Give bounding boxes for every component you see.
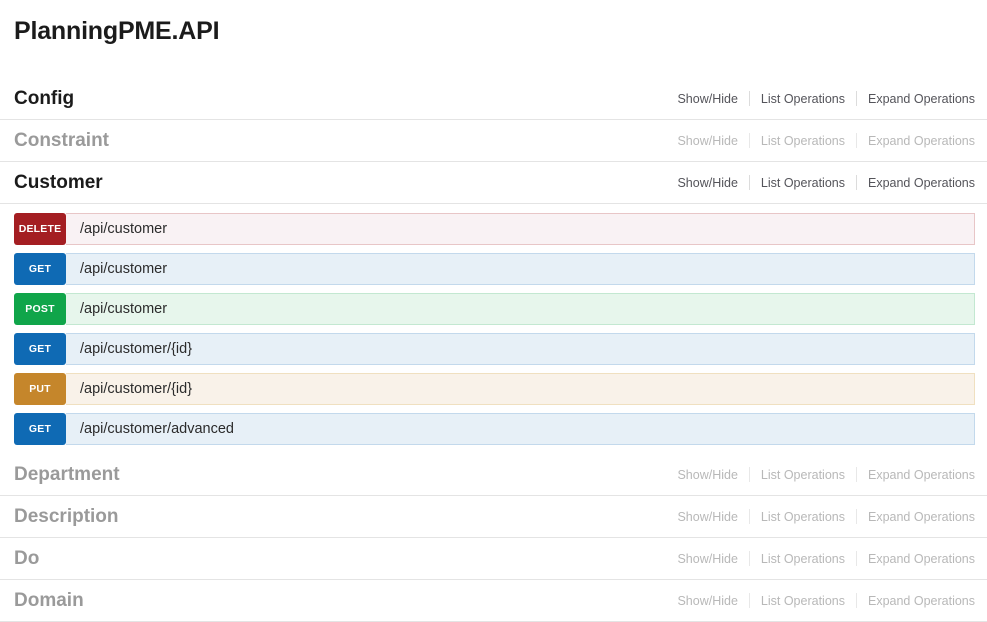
resource-section: Config Show/HideList OperationsExpand Ope… <box>0 78 987 120</box>
resource-list: ConfigShow/HideList OperationsExpand Ope… <box>0 78 987 622</box>
endpoint-path[interactable]: /api/customer <box>66 253 975 285</box>
endpoint-row[interactable]: GET/api/customer/{id} <box>14 333 975 365</box>
endpoint-path[interactable]: /api/customer/{id} <box>66 373 975 405</box>
resource-options: Show/HideList OperationsExpand Operation… <box>666 91 975 107</box>
resource-header-description[interactable]: Description Show/HideList OperationsExpan… <box>0 496 987 538</box>
show-hide-link[interactable]: Show/Hide <box>666 133 748 149</box>
swagger-ui-page: PlanningPME.API ConfigShow/HideList Oper… <box>0 0 987 614</box>
list-operations-link[interactable]: List Operations <box>750 467 856 483</box>
list-operations-link[interactable]: List Operations <box>750 175 856 191</box>
expand-operations-link[interactable]: Expand Operations <box>857 91 975 107</box>
resource-name[interactable]: Do <box>14 548 39 570</box>
show-hide-link[interactable]: Show/Hide <box>666 91 748 107</box>
list-operations-link[interactable]: List Operations <box>750 551 856 567</box>
endpoint-path[interactable]: /api/customer <box>66 293 975 325</box>
resource-options: Show/HideList OperationsExpand Operation… <box>666 593 975 609</box>
resource-name[interactable]: Constraint <box>14 130 109 152</box>
expand-operations-link[interactable]: Expand Operations <box>857 551 975 567</box>
endpoint-row[interactable]: GET/api/customer <box>14 253 975 285</box>
resource-section: Customer Show/HideList OperationsExpand O… <box>0 162 987 454</box>
endpoint-path[interactable]: /api/customer <box>66 213 975 245</box>
resource-header-customer[interactable]: Customer Show/HideList OperationsExpand O… <box>0 162 987 204</box>
list-operations-link[interactable]: List Operations <box>750 509 856 525</box>
expand-operations-link[interactable]: Expand Operations <box>857 467 975 483</box>
http-method-badge[interactable]: GET <box>14 253 66 285</box>
endpoint-list: DELETE/api/customerGET/api/customerPOST/… <box>0 213 987 445</box>
resource-name[interactable]: Customer <box>14 172 103 194</box>
show-hide-link[interactable]: Show/Hide <box>666 175 748 191</box>
http-method-badge[interactable]: GET <box>14 333 66 365</box>
endpoint-path[interactable]: /api/customer/advanced <box>66 413 975 445</box>
list-operations-link[interactable]: List Operations <box>750 91 856 107</box>
resource-header-do[interactable]: Do Show/HideList OperationsExpand Operati… <box>0 538 987 580</box>
endpoint-row[interactable]: PUT/api/customer/{id} <box>14 373 975 405</box>
http-method-badge[interactable]: POST <box>14 293 66 325</box>
endpoint-list-spacer <box>0 445 987 454</box>
resource-section: Do Show/HideList OperationsExpand Operati… <box>0 538 987 580</box>
endpoint-row[interactable]: POST/api/customer <box>14 293 975 325</box>
expand-operations-link[interactable]: Expand Operations <box>857 133 975 149</box>
resource-options: Show/HideList OperationsExpand Operation… <box>666 509 975 525</box>
expand-operations-link[interactable]: Expand Operations <box>857 509 975 525</box>
show-hide-link[interactable]: Show/Hide <box>666 593 748 609</box>
show-hide-link[interactable]: Show/Hide <box>666 509 748 525</box>
resource-name[interactable]: Config <box>14 88 74 110</box>
resource-section: Department Show/HideList OperationsExpand… <box>0 454 987 496</box>
http-method-badge[interactable]: GET <box>14 413 66 445</box>
expand-operations-link[interactable]: Expand Operations <box>857 593 975 609</box>
resource-section: Domain Show/HideList OperationsExpand Ope… <box>0 580 987 622</box>
resource-header-department[interactable]: Department Show/HideList OperationsExpand… <box>0 454 987 496</box>
resource-name[interactable]: Department <box>14 464 120 486</box>
http-method-badge[interactable]: DELETE <box>14 213 66 245</box>
show-hide-link[interactable]: Show/Hide <box>666 467 748 483</box>
endpoint-path[interactable]: /api/customer/{id} <box>66 333 975 365</box>
expand-operations-link[interactable]: Expand Operations <box>857 175 975 191</box>
endpoint-row[interactable]: DELETE/api/customer <box>14 213 975 245</box>
http-method-badge[interactable]: PUT <box>14 373 66 405</box>
resource-name[interactable]: Description <box>14 506 119 528</box>
page-title: PlanningPME.API <box>14 16 219 46</box>
resource-name[interactable]: Domain <box>14 590 84 612</box>
resource-options: Show/HideList OperationsExpand Operation… <box>666 133 975 149</box>
resource-options: Show/HideList OperationsExpand Operation… <box>666 551 975 567</box>
resource-header-config[interactable]: Config Show/HideList OperationsExpand Ope… <box>0 78 987 120</box>
list-operations-link[interactable]: List Operations <box>750 133 856 149</box>
list-operations-link[interactable]: List Operations <box>750 593 856 609</box>
resource-header-domain[interactable]: Domain Show/HideList OperationsExpand Ope… <box>0 580 987 622</box>
resource-options: Show/HideList OperationsExpand Operation… <box>666 467 975 483</box>
resource-section: Constraint Show/HideList OperationsExpand… <box>0 120 987 162</box>
show-hide-link[interactable]: Show/Hide <box>666 551 748 567</box>
resource-section: Description Show/HideList OperationsExpan… <box>0 496 987 538</box>
endpoint-row[interactable]: GET/api/customer/advanced <box>14 413 975 445</box>
resource-header-constraint[interactable]: Constraint Show/HideList OperationsExpand… <box>0 120 987 162</box>
resource-options: Show/HideList OperationsExpand Operation… <box>666 175 975 191</box>
